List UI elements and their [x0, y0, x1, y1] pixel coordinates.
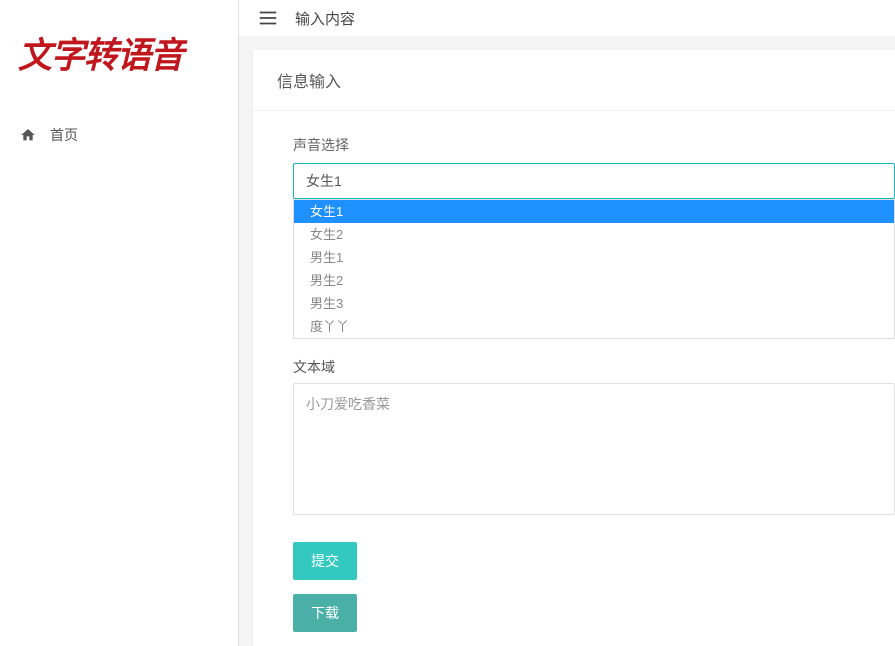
menu-icon[interactable]	[257, 7, 279, 29]
submit-button[interactable]: 提交	[293, 542, 357, 580]
voice-select-wrap: 女生1 女生1 女生2 男生1 男生2 男生3 度丫丫	[293, 163, 895, 199]
voice-option-0[interactable]: 女生1	[294, 200, 894, 223]
card-body: 声音选择 女生1 女生1 女生2 男生1 男生2 男生3 度	[253, 111, 895, 632]
voice-option-4[interactable]: 男生3	[294, 292, 894, 315]
voice-option-2[interactable]: 男生1	[294, 246, 894, 269]
textarea-label: 文本域	[293, 357, 895, 377]
logo-text: 文字转语音	[18, 27, 183, 78]
voice-select-value: 女生1	[306, 171, 342, 191]
textarea-input[interactable]	[293, 383, 895, 515]
nav: 首页	[0, 97, 238, 155]
home-icon	[20, 127, 36, 143]
voice-select-group: 声音选择 女生1 女生1 女生2 男生1 男生2 男生3 度	[293, 135, 895, 199]
voice-option-1[interactable]: 女生2	[294, 223, 894, 246]
card: 信息输入 声音选择 女生1 女生1 女生2 男生1 男生2	[253, 50, 895, 646]
main: 输入内容 信息输入 声音选择 女生1 女生1 女生2	[239, 0, 895, 646]
voice-select[interactable]: 女生1	[293, 163, 895, 199]
voice-dropdown: 女生1 女生2 男生1 男生2 男生3 度丫丫	[293, 199, 895, 339]
download-button[interactable]: 下载	[293, 594, 357, 632]
page-title: 输入内容	[295, 8, 355, 29]
content: 信息输入 声音选择 女生1 女生1 女生2 男生1 男生2	[239, 36, 895, 646]
sidebar: 文字转语音 首页	[0, 0, 239, 646]
voice-select-label: 声音选择	[293, 135, 895, 155]
sidebar-item-label: 首页	[50, 125, 78, 145]
voice-option-5[interactable]: 度丫丫	[294, 315, 894, 338]
card-header: 信息输入	[253, 50, 895, 111]
topbar: 输入内容	[239, 0, 895, 36]
textarea-group: 文本域	[293, 357, 895, 520]
sidebar-item-home[interactable]: 首页	[0, 115, 238, 155]
voice-option-3[interactable]: 男生2	[294, 269, 894, 292]
button-row: 提交 下载	[293, 542, 895, 632]
logo: 文字转语音	[0, 0, 238, 97]
